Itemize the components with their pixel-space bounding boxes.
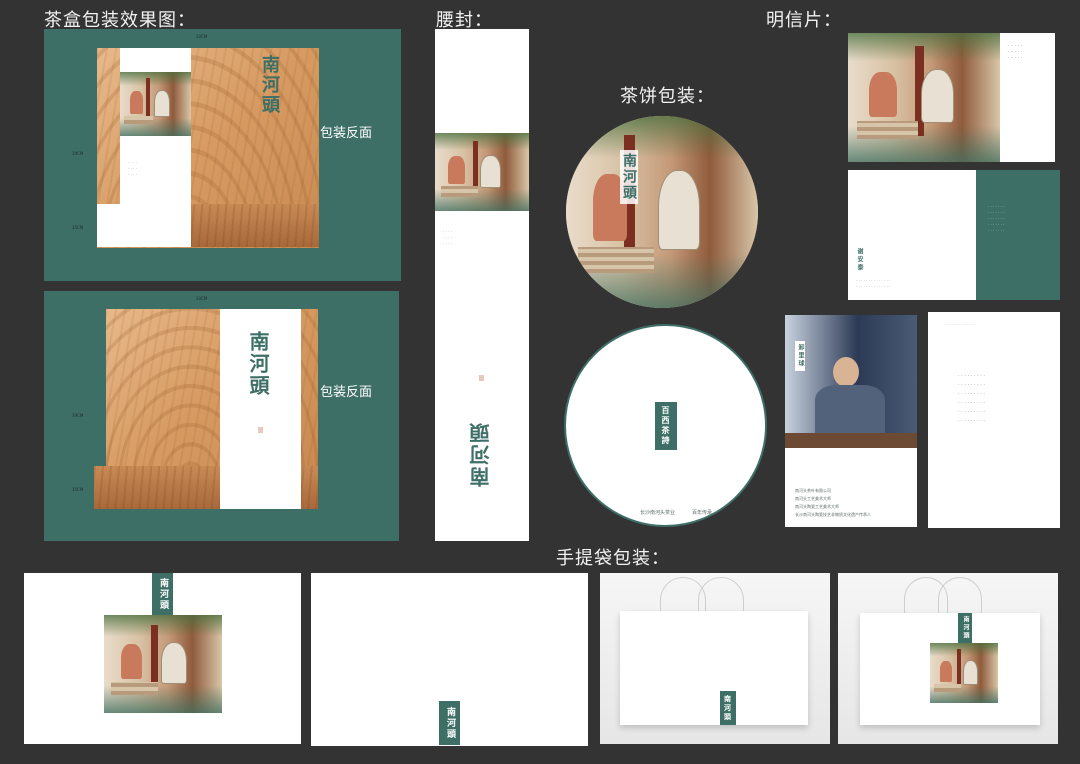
title-postcard: 明信片： [766,10,842,31]
cake-bottom-right: 百年传承 [692,510,713,516]
handbag-mockup-1: 南河頭 [600,573,830,744]
artisan-body [815,385,885,435]
handbag-logo-tag: 南河頭 [958,613,972,643]
box-side-band [97,204,191,247]
tea-box-panel-1: 20CM 19CM 15CM · · · · · · · · · · · · 南河頭… [44,29,401,281]
dim-width-label: 20CM [196,34,208,39]
handbag-mockup-2: 南河頭 [838,573,1058,744]
artisan-head [833,357,859,387]
bag-body: 南河頭 [620,611,808,725]
tea-cake-front: 南河頭 [566,116,758,308]
box-logo: 南河頭 [246,331,270,397]
handbag-flat-back: 南河頭 [311,573,588,746]
credit-2: 南河头工艺美术大师 [795,496,831,501]
handbag-flat-front: 南河頭 [24,573,301,744]
waist-seal: · · · · · · · · · · · · 南河頭 [435,29,529,541]
package-back-label: 包装反面 [320,126,373,141]
dim-depth-label: 15CM [72,225,84,230]
artisan-photo [785,315,917,448]
postcard-2-right: · · · · · · · · · · · · · · · · · · · · · ·… [976,170,1060,300]
illustration-icon [104,615,222,713]
postcard-4: · · · · · · · · · · · · · · · · · · · · … [928,312,1060,528]
seal-logo-inverted: 南河頭 [469,421,493,487]
band-small-text: · · · · · · · · · · · · [128,160,137,177]
tea-cake-back: 百西茶詩 长沙南河头茶业 百年传承 [564,324,767,527]
postcard-2-left: 谢安泰 · · · · · · · · · · · · · · · · · · ·… [848,170,976,300]
tea-table [785,433,917,448]
dim-height-label: 19CM [72,413,84,418]
seal-stamp-icon [258,427,263,433]
dim-width-label: 20CM [196,296,208,301]
dim-depth-label: 15CM [72,487,84,492]
cake-bottom-left: 长沙南河头茶业 [640,510,676,516]
box-waist-band: · · · · · · · · · · · · [120,48,191,204]
illustration-icon [566,116,758,308]
postcard-4-header: · · · · · · · · · · · · · [944,322,976,327]
handbag-logo-tag: 南河頭 [439,701,460,745]
box-logo: 南河頭 [259,55,280,115]
postcard-1: · · · · · · · · · · · · · · · [848,33,1055,162]
illustration-icon [435,133,529,211]
title-tea-cake: 茶饼包装： [620,86,715,107]
title-handbag: 手提袋包装： [556,548,670,569]
credit-1: 南河头茶叶有限公司 [795,488,831,493]
cake-logo-tag: 百西茶詩 [655,402,677,450]
postcard-2-left-text: · · · · · · · · · · · · · · · · · · · · ·… [856,278,891,289]
credit-4: 长沙南河头陶瓷技艺非物质文化遗产传承人 [795,512,871,517]
package-back-label: 包装反面 [320,385,373,400]
postcard-2-right-text: · · · · · · · · · · · · · · · · · · · · · ·… [988,204,1005,233]
credit-3: 南河头陶瓷工艺美术大师 [795,504,839,509]
dim-height-label: 19CM [72,151,84,156]
postcard-4-text: · · · · · · · · · · · · · · · · · · · · · … [958,373,986,424]
seal-small-text: · · · · · · · · · · · · [443,229,452,246]
postcard-3: 卸里球 南河头茶叶有限公司 南河头工艺美术大师 南河头陶瓷工艺美术大师 长沙南河… [785,315,917,527]
artisan-name: 卸里球 [795,341,805,371]
cake-logo-front: 南河頭 [620,150,638,204]
handbag-logo-tag: 南河頭 [152,573,173,615]
illustration-icon [120,72,191,136]
postcard-1-text: · · · · · · · · · · · · · · · [1008,43,1023,61]
illustration-icon [848,33,1000,162]
postcard-name: 谢安泰 [856,248,863,272]
tea-box-panel-2: 20CM 19CM 15CM 南河頭 包装反面 [44,291,399,541]
handbag-logo-tag: 南河頭 [720,691,736,725]
illustration-icon [930,643,998,703]
seal-stamp-icon [479,375,484,381]
bag-body: 南河頭 [860,613,1040,725]
